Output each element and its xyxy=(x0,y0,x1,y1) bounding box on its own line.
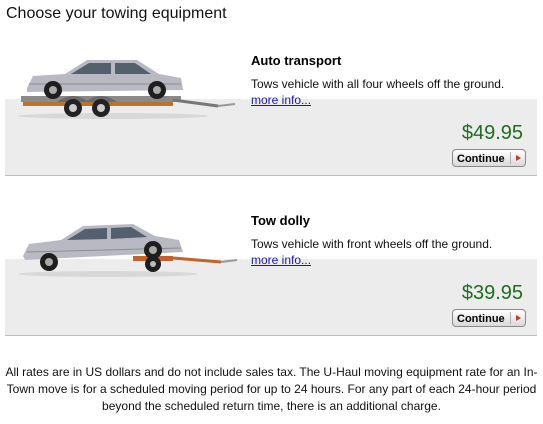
option-price: $49.95 xyxy=(461,122,523,144)
more-info-link[interactable]: more info... xyxy=(251,253,311,267)
arrow-right-icon xyxy=(516,155,521,161)
page-title: Choose your towing equipment xyxy=(6,5,227,22)
continue-button-label: Continue xyxy=(457,313,505,325)
continue-button-label: Continue xyxy=(457,153,505,165)
continue-button[interactable]: Continue xyxy=(452,309,526,327)
option-description: Tows vehicle with all four wheels off th… xyxy=(251,77,505,91)
option-description: Tows vehicle with front wheels off the g… xyxy=(251,237,493,251)
option-card-auto-transport: Auto transport Tows vehicle with all fou… xyxy=(5,46,537,176)
option-name: Auto transport xyxy=(251,53,342,68)
option-name: Tow dolly xyxy=(251,213,310,228)
auto-transport-image xyxy=(18,60,236,119)
button-divider xyxy=(510,152,511,164)
tow-dolly-image xyxy=(18,224,238,277)
button-divider xyxy=(510,312,511,324)
option-card-tow-dolly: Tow dolly Tows vehicle with front wheels… xyxy=(5,206,537,336)
continue-button[interactable]: Continue xyxy=(452,149,526,167)
arrow-right-icon xyxy=(516,315,521,321)
option-price: $39.95 xyxy=(461,282,523,304)
more-info-link[interactable]: more info... xyxy=(251,93,311,107)
rates-disclaimer: All rates are in US dollars and do not i… xyxy=(5,365,538,413)
